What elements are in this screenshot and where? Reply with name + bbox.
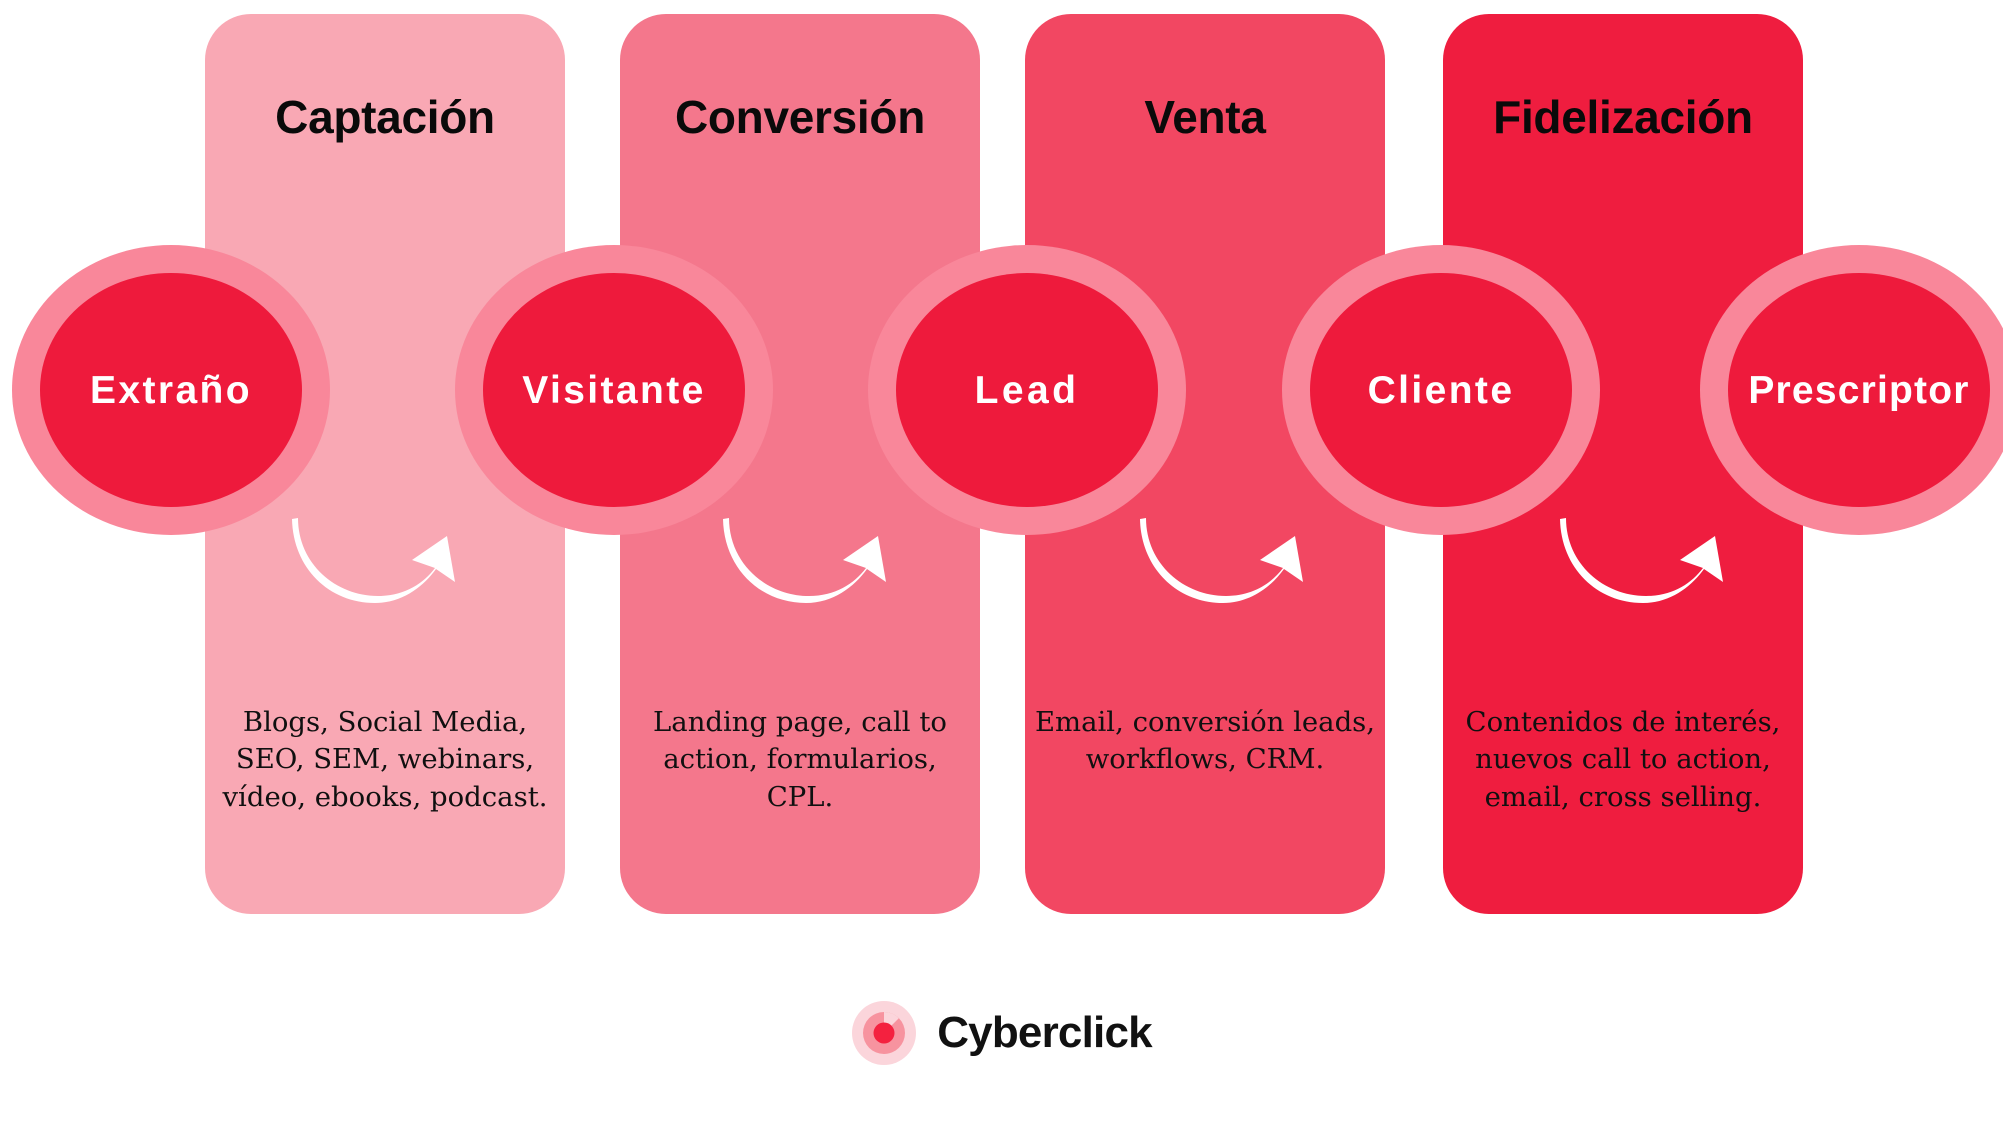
curved-arrow-icon [292,510,462,605]
column-title-conversion: Conversión [674,91,926,143]
stage-circle-inner: Extraño [40,273,302,507]
stage-circle-extrano: Extraño [12,245,330,535]
column-body-fidelizacion: Contenidos de interés, nuevos call to ac… [1465,706,1781,813]
curved-arrow-icon [1560,510,1730,605]
stage-circle-inner: Lead [896,273,1158,507]
brand-logo: Cyberclick [0,1000,2003,1066]
brand-name: Cyberclick [937,1008,1152,1057]
stage-circle-visitante: Visitante [455,245,773,535]
column-body-conversion: Landing page, call to action, formulario… [653,706,947,813]
column-body-captacion: Blogs, Social Media, SEO, SEM, webinars,… [222,706,548,813]
stage-circle-inner: Cliente [1310,273,1572,507]
stage-label-extrano: Extraño [89,368,252,412]
column-title-venta: Venta [1144,91,1266,143]
column-title-captacion: Captación [275,91,495,143]
stage-circle-lead: Lead [868,245,1186,535]
stage-circle-prescriptor: Prescriptor [1700,245,2003,535]
stage-circle-inner: Visitante [483,273,745,507]
curved-arrow-icon [1140,510,1310,605]
column-body-venta: Email, conversión leads, workflows, CRM. [1034,706,1376,776]
stage-circle-inner: Prescriptor [1728,273,1990,507]
infographic-canvas: Captación Blogs, Social Media, SEO, SEM,… [0,0,2003,1134]
stage-circle-cliente: Cliente [1282,245,1600,535]
cyberclick-target-icon [851,1000,917,1066]
stage-label-prescriptor: Prescriptor [1748,368,1970,412]
column-title-fidelizacion: Fidelización [1493,91,1753,143]
stage-label-lead: Lead [974,368,1080,412]
curved-arrow-icon [723,510,893,605]
stage-label-visitante: Visitante [522,368,706,412]
stage-label-cliente: Cliente [1367,368,1515,412]
